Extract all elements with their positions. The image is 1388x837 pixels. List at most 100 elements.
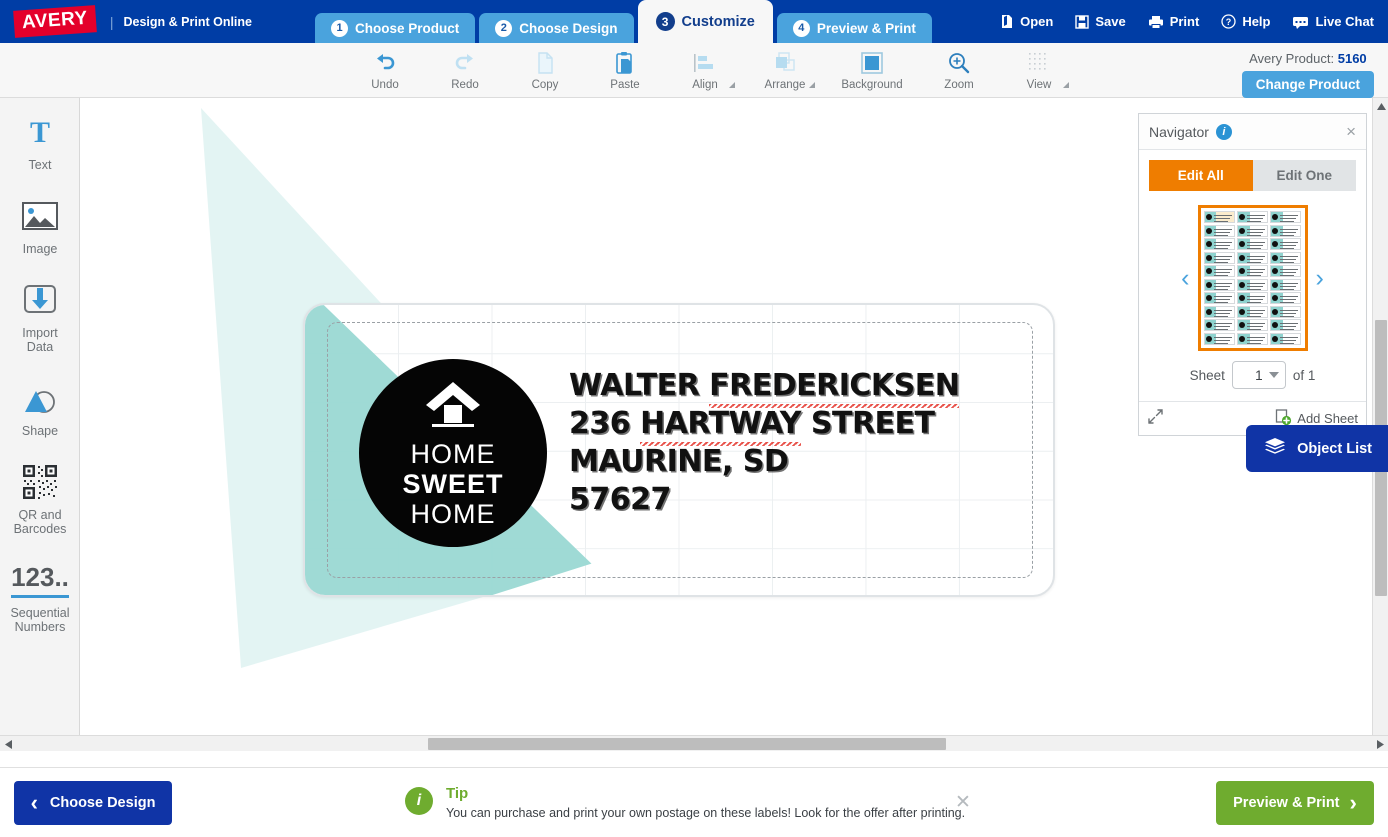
sheet-mini-label[interactable]	[1203, 305, 1236, 318]
arrange-button[interactable]: Arrange	[745, 43, 825, 98]
tab-customize[interactable]: 3 Customize	[637, 0, 773, 43]
redo-button[interactable]: Redo	[425, 43, 505, 98]
sidebar-item-sequential-numbers[interactable]: 123.. Sequential Numbers	[0, 546, 80, 644]
sidebar-item-text[interactable]: T Text	[0, 98, 80, 182]
print-button[interactable]: Print	[1148, 14, 1200, 29]
paste-button[interactable]: Paste	[585, 43, 665, 98]
sheet-mini-label[interactable]	[1236, 251, 1269, 264]
mini-text-line	[1246, 221, 1262, 222]
sheet-mini-label[interactable]	[1269, 265, 1302, 278]
mini-text-line	[1279, 245, 1297, 247]
sheet-mini-label[interactable]	[1203, 278, 1236, 291]
open-button[interactable]: Open	[1000, 14, 1053, 29]
info-icon[interactable]: i	[1215, 123, 1232, 140]
mini-text-line	[1213, 228, 1233, 230]
sheet-mini-label[interactable]	[1269, 238, 1302, 251]
chevron-down-icon[interactable]	[729, 82, 735, 88]
object-list-button[interactable]: Object List	[1246, 425, 1388, 472]
choose-design-button[interactable]: ‹ Choose Design	[14, 780, 172, 825]
close-icon[interactable]: ×	[1346, 123, 1356, 140]
undo-button[interactable]: Undo	[345, 43, 425, 98]
align-button[interactable]: Align	[665, 43, 745, 98]
tip-banner: i Tip You can purchase and print your ow…	[405, 785, 975, 821]
edit-one-button[interactable]: Edit One	[1252, 160, 1356, 191]
help-button[interactable]: ? Help	[1221, 14, 1270, 29]
scroll-left-arrow[interactable]	[0, 736, 16, 752]
preview-print-button[interactable]: Preview & Print ›	[1216, 780, 1374, 825]
mini-text-line	[1279, 218, 1297, 219]
sheet-mini-label[interactable]	[1236, 211, 1269, 224]
sheet-mini-label[interactable]	[1269, 211, 1302, 224]
background-button[interactable]: Background	[825, 43, 919, 98]
sheet-mini-label[interactable]	[1269, 292, 1302, 305]
sheet-mini-label[interactable]	[1203, 238, 1236, 251]
tab-choose-design[interactable]: 2 Choose Design	[479, 13, 634, 43]
chevron-down-icon[interactable]	[1063, 82, 1069, 88]
tab-choose-product[interactable]: 1 Choose Product	[315, 13, 476, 43]
sheet-mini-label[interactable]	[1269, 305, 1302, 318]
sheet-mini-label[interactable]	[1203, 319, 1236, 332]
label-preview-card[interactable]: HOME SWEET HOME WALTER FREDERICKSEN 236 …	[303, 303, 1055, 597]
view-button[interactable]: View	[999, 43, 1079, 98]
svg-text:?: ?	[1226, 17, 1232, 27]
sheet-mini-label[interactable]	[1236, 332, 1269, 345]
edit-all-button[interactable]: Edit All	[1149, 160, 1253, 191]
print-label: Print	[1169, 14, 1200, 29]
horizontal-scroll-thumb[interactable]	[428, 738, 946, 750]
sidebar-item-image[interactable]: Image	[0, 182, 80, 266]
sheet-number-select[interactable]: 1	[1231, 361, 1286, 389]
badge-line-1: HOME	[410, 438, 496, 469]
sheet-mini-label[interactable]	[1203, 211, 1236, 224]
sheet-mini-label[interactable]	[1236, 238, 1269, 251]
sheet-mini-label[interactable]	[1236, 278, 1269, 291]
sheet-mini-label[interactable]	[1236, 265, 1269, 278]
sheet-mini-label[interactable]	[1269, 332, 1302, 345]
sheet-mini-label[interactable]	[1269, 251, 1302, 264]
tab-label: Choose Product	[355, 20, 460, 36]
copy-button[interactable]: Copy	[505, 43, 585, 98]
expand-diagonal-icon[interactable]	[1147, 408, 1164, 430]
mini-badge	[1238, 322, 1245, 329]
change-product-button[interactable]: Change Product	[1241, 71, 1374, 98]
mini-text-line	[1246, 275, 1262, 277]
preview-print-label: Preview & Print	[1233, 794, 1340, 811]
sheet-mini-label[interactable]	[1236, 305, 1269, 318]
sidebar-item-shape[interactable]: Shape	[0, 364, 80, 448]
next-sheet-button[interactable]: ›	[1308, 264, 1332, 293]
sheet-mini-label[interactable]	[1236, 319, 1269, 332]
mini-text-line	[1279, 261, 1295, 263]
sheet-mini-label[interactable]	[1203, 292, 1236, 305]
mini-text-line	[1279, 228, 1299, 230]
tip-close-icon[interactable]: ✕	[955, 791, 971, 814]
sheet-thumbnail[interactable]	[1197, 205, 1308, 351]
previous-sheet-button[interactable]: ‹	[1173, 264, 1197, 293]
sheet-mini-label[interactable]	[1236, 224, 1269, 237]
sidebar-item-import-data[interactable]: Import Data	[0, 266, 80, 364]
save-button[interactable]: Save	[1075, 14, 1126, 29]
chevron-down-icon[interactable]	[809, 82, 815, 88]
sheet-mini-label[interactable]	[1203, 224, 1236, 237]
zoom-button[interactable]: Zoom	[919, 43, 999, 98]
sidebar-item-label: Text	[28, 158, 52, 172]
sheet-mini-label[interactable]	[1269, 224, 1302, 237]
sheet-mini-label[interactable]	[1203, 332, 1236, 345]
scroll-right-arrow[interactable]	[1372, 736, 1388, 752]
sheet-mini-label[interactable]	[1203, 265, 1236, 278]
home-sweet-home-badge[interactable]: HOME SWEET HOME	[359, 359, 547, 547]
sheet-mini-label[interactable]	[1269, 278, 1302, 291]
sheet-mini-label[interactable]	[1269, 319, 1302, 332]
scroll-up-arrow[interactable]	[1373, 98, 1388, 114]
tip-body: You can purchase and print your own post…	[446, 805, 966, 820]
sheet-mini-label[interactable]	[1203, 251, 1236, 264]
horizontal-scrollbar[interactable]	[0, 735, 1388, 751]
sheet-mini-label[interactable]	[1236, 292, 1269, 305]
live-chat-button[interactable]: Live Chat	[1292, 14, 1374, 29]
tab-preview-print[interactable]: 4 Preview & Print	[776, 13, 932, 43]
mini-text-line	[1246, 302, 1262, 304]
address-text-block[interactable]: WALTER FREDERICKSEN 236 HARTWAY STREET M…	[569, 367, 960, 519]
mini-text-line	[1213, 234, 1229, 236]
main-toolbar: Undo Redo Copy Paste Align Arrange Backg…	[0, 43, 1388, 98]
navigator-header: Navigator i ×	[1139, 114, 1366, 150]
question-circle-icon: ?	[1221, 14, 1236, 29]
sidebar-item-qr-barcodes[interactable]: QR and Barcodes	[0, 448, 80, 546]
